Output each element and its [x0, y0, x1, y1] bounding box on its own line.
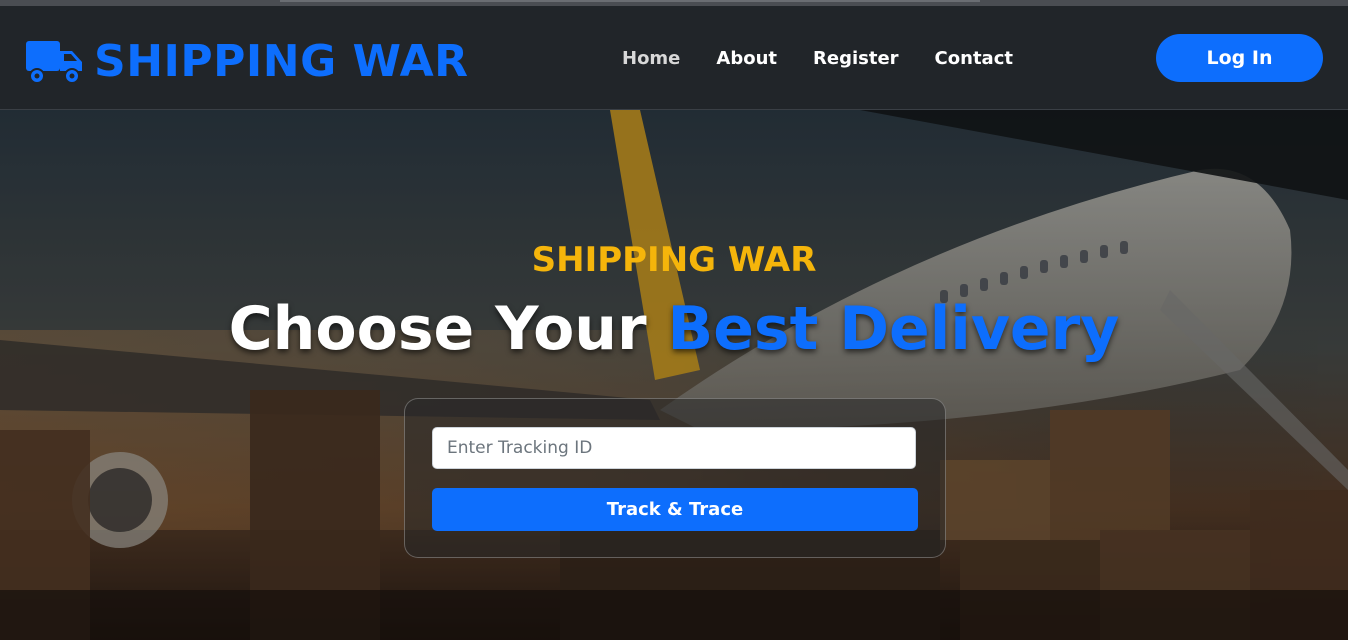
tracking-form: Track & Trace — [404, 398, 946, 558]
brand-name: SHIPPING WAR — [94, 36, 469, 87]
hero-title-plain: Choose Your — [228, 294, 668, 364]
navbar: SHIPPING WAR Home About Register Contact… — [0, 6, 1348, 110]
brand-logo[interactable]: SHIPPING WAR — [26, 36, 469, 87]
hero-section: SHIPPING WAR Choose Your Best Delivery T… — [0, 110, 1348, 640]
nav-links: Home About Register Contact — [604, 48, 1031, 69]
nav-about-link[interactable]: About — [698, 48, 795, 69]
hero-title: Choose Your Best Delivery — [0, 294, 1348, 364]
hero-subtitle: SHIPPING WAR — [531, 240, 817, 280]
nav-register-link[interactable]: Register — [795, 48, 917, 69]
tracking-id-input[interactable] — [432, 427, 916, 469]
track-trace-button[interactable]: Track & Trace — [432, 488, 918, 531]
nav-contact-link[interactable]: Contact — [917, 48, 1031, 69]
truck-icon — [26, 39, 84, 85]
nav-home-link[interactable]: Home — [604, 48, 698, 69]
hero-title-accent: Best Delivery — [667, 294, 1120, 364]
login-button[interactable]: Log In — [1156, 34, 1323, 82]
